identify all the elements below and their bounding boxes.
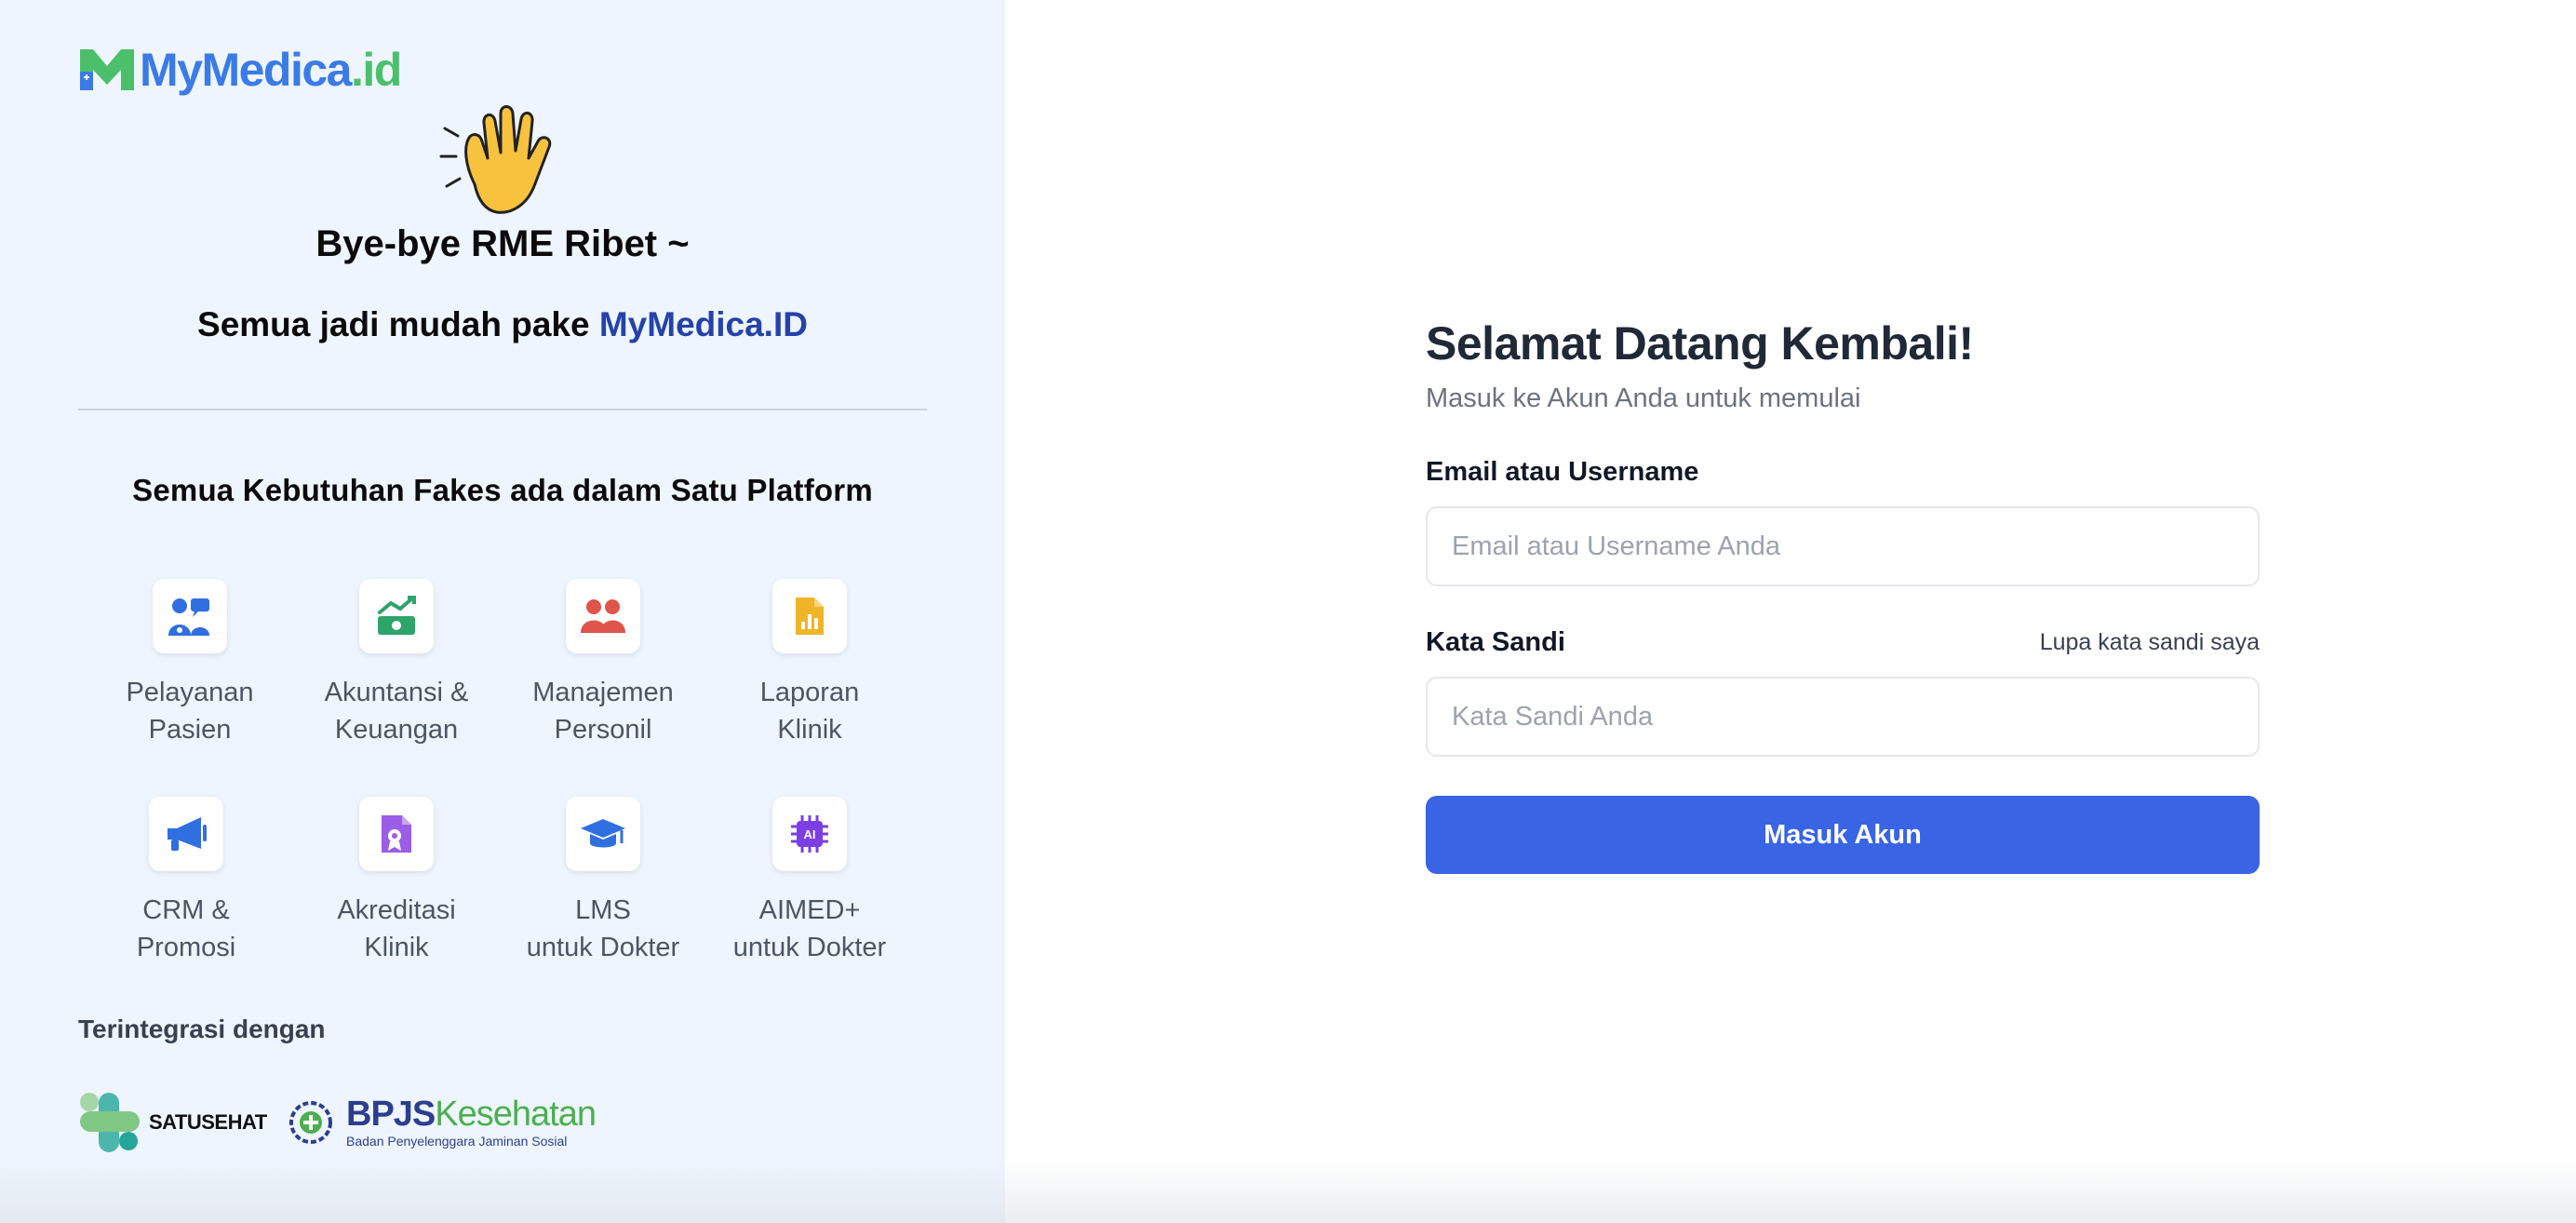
mymedica-logo[interactable]: MyMedica.id xyxy=(78,43,402,97)
satusehat-logo: SATUSEHAT xyxy=(78,1091,267,1154)
hero-subtitle: Semua jadi mudah pake MyMedica.ID xyxy=(197,305,808,343)
feature-akuntansi-keuangan: Akuntansi & Keuangan xyxy=(303,579,490,748)
email-input[interactable] xyxy=(1426,506,2260,586)
mymedica-logo-icon xyxy=(80,49,134,90)
login-title: Selamat Datang Kembali! xyxy=(1426,317,1974,370)
email-label: Email atau Username xyxy=(1426,457,1699,487)
password-label: Kata Sandi xyxy=(1426,627,1565,657)
divider xyxy=(78,409,927,410)
patient-service-icon xyxy=(153,579,227,653)
graduation-cap-icon xyxy=(566,797,640,871)
accreditation-icon xyxy=(359,797,434,871)
feature-manajemen-personil: Manajemen Personil xyxy=(510,579,696,748)
report-icon xyxy=(772,579,847,653)
integration-title: Terintegrasi dengan xyxy=(78,1015,326,1043)
satusehat-icon xyxy=(80,1093,140,1152)
features-title: Semua Kebutuhan Fakes ada dalam Satu Pla… xyxy=(132,473,873,507)
promo-panel: MyMedica.id Bye-bye RME Ribet ~ Semua ja… xyxy=(0,0,1005,1223)
finance-icon xyxy=(359,579,434,653)
svg-text:AI: AI xyxy=(804,827,816,841)
login-form: Selamat Datang Kembali! Masuk ke Akun An… xyxy=(1426,316,2260,874)
feature-akreditasi-klinik: Akreditasi Klinik xyxy=(303,797,490,966)
login-button[interactable]: Masuk Akun xyxy=(1426,796,2260,874)
waving-hand-icon xyxy=(439,105,552,214)
logo-text: MyMedica.id xyxy=(140,44,402,96)
password-input[interactable] xyxy=(1426,677,2260,757)
personnel-icon xyxy=(566,579,640,653)
forgot-password-link[interactable]: Lupa kata sandi saya xyxy=(2040,629,2260,656)
ai-chip-icon: AI xyxy=(772,797,847,871)
bpjs-kesehatan-logo: BPJSKesehatan Badan Penyelenggara Jamina… xyxy=(288,1096,597,1149)
hero-brand: MyMedica.ID xyxy=(598,305,808,343)
bpjs-icon xyxy=(289,1101,332,1144)
feature-aimed-dokter: AI AIMED+ untuk Dokter xyxy=(717,797,903,966)
megaphone-icon xyxy=(149,797,223,871)
feature-laporan-klinik: Laporan Klinik xyxy=(717,579,903,748)
login-subtitle: Masuk ke Akun Anda untuk memulai xyxy=(1426,383,1861,413)
feature-crm-promosi: CRM & Promosi xyxy=(93,797,279,966)
feature-lms-dokter: LMS untuk Dokter xyxy=(510,797,696,966)
feature-pelayanan-pasien: Pelayanan Pasien xyxy=(97,579,283,748)
hero-title: Bye-bye RME Ribet ~ xyxy=(315,223,690,264)
